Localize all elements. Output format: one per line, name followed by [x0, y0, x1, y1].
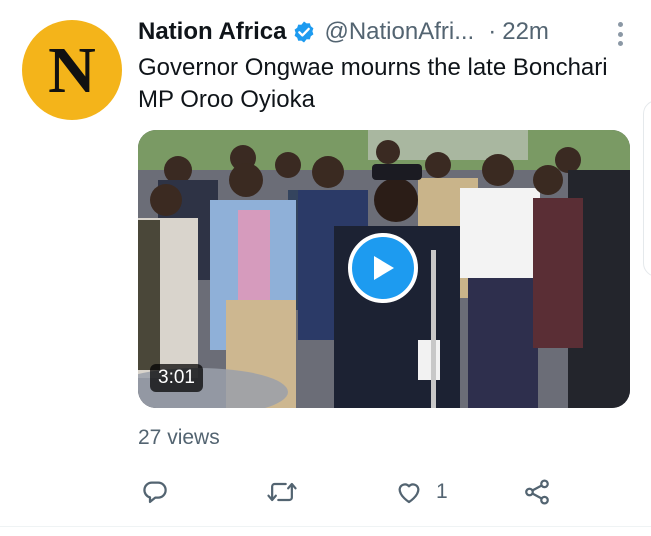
avatar-logo-letter: N: [48, 34, 96, 107]
video-duration: 3:01: [150, 364, 203, 392]
reply-button[interactable]: [140, 472, 170, 512]
verified-badge-icon: [292, 20, 316, 44]
avatar[interactable]: N: [22, 20, 122, 120]
retweet-button[interactable]: [266, 472, 298, 512]
view-count: 27 views: [138, 426, 220, 449]
tweet-card[interactable]: N Nation Africa @NationAfri... · 22m Gov…: [0, 0, 651, 536]
tweet-text: Governor Ongwae mourns the late Bonchari…: [138, 54, 608, 113]
adjacent-card-edge: [643, 100, 651, 277]
share-icon: [525, 479, 549, 505]
video-thumbnail[interactable]: 3:01: [138, 130, 630, 408]
retweet-icon: [267, 482, 297, 502]
like-button[interactable]: 1: [394, 472, 448, 512]
author-handle[interactable]: @NationAfri...: [324, 18, 474, 46]
play-button[interactable]: [348, 233, 418, 303]
action-bar: 1: [138, 472, 578, 512]
timestamp[interactable]: 22m: [502, 18, 549, 46]
share-button[interactable]: [522, 472, 552, 512]
author-name[interactable]: Nation Africa: [138, 18, 286, 46]
reply-icon: [143, 481, 167, 503]
divider: [0, 526, 651, 527]
heart-icon: [398, 483, 420, 504]
play-icon: [374, 256, 394, 280]
more-vertical-icon[interactable]: [617, 22, 623, 46]
tweet-header: Nation Africa @NationAfri... · 22m: [138, 16, 631, 48]
like-count: 1: [436, 480, 448, 503]
separator-dot: ·: [488, 18, 497, 45]
